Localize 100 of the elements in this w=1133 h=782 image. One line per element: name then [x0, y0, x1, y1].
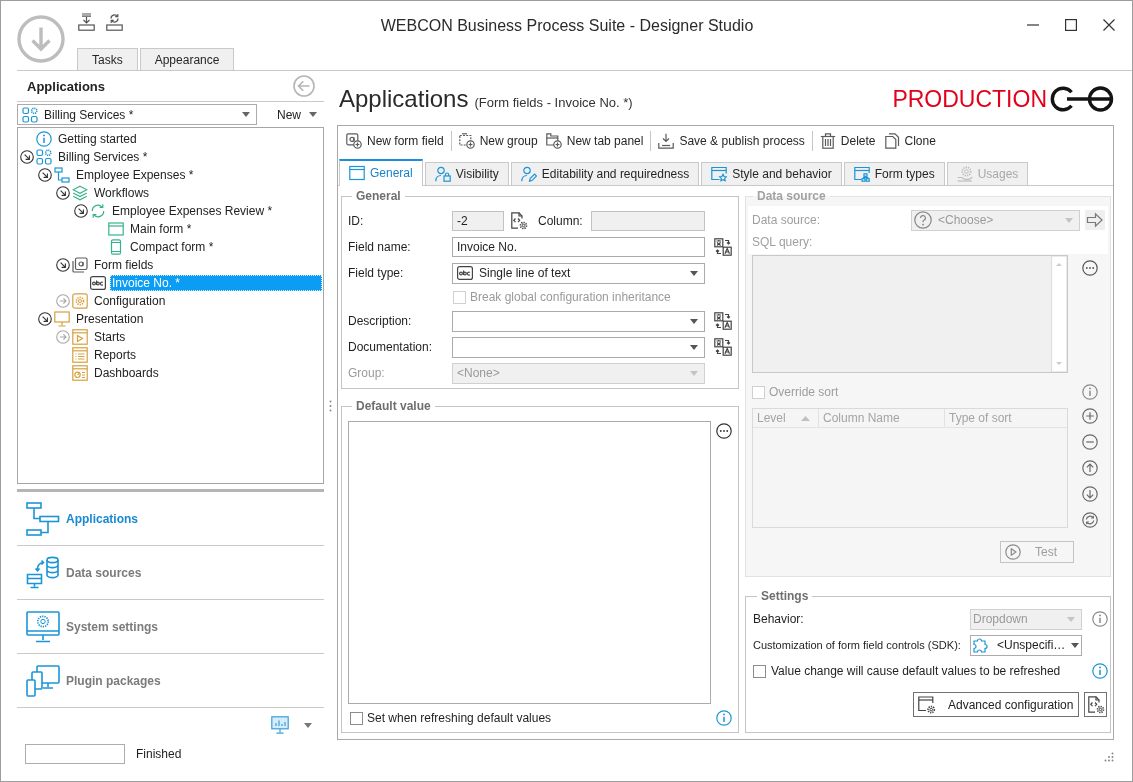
copy-icon: [883, 133, 900, 149]
ribbon-tab[interactable]: Appearance: [139, 48, 235, 70]
nav-item[interactable]: Plugin packages: [17, 654, 324, 708]
tab-add-icon: [545, 133, 562, 149]
group-add-icon: [458, 133, 475, 149]
tree-item[interactable]: Workflows: [92, 185, 152, 201]
tree-item[interactable]: Billing Services *: [56, 149, 150, 165]
option-label: Break global configuration inheritance: [470, 290, 671, 304]
tree-item[interactable]: Form fields: [92, 257, 156, 273]
translate-icon[interactable]: [714, 238, 732, 256]
toolbar-button[interactable]: Delete: [815, 129, 880, 153]
tree-toggle-icon[interactable]: [38, 168, 52, 182]
app-grid-icon: [22, 106, 38, 123]
database-monitor-icon: [26, 555, 60, 590]
nav-item[interactable]: Data sources: [17, 546, 324, 600]
sdk-control-dropdown[interactable]: <Unspecifi…: [970, 634, 1082, 656]
monitor-chart-icon[interactable]: [271, 716, 289, 734]
tree-toggle-icon[interactable]: [56, 186, 70, 200]
tree-item[interactable]: Compact form *: [128, 239, 216, 255]
app-grid-icon: [36, 149, 52, 165]
toolbar-button[interactable]: New tab panel: [541, 129, 648, 153]
field-label: Customization of form field controls (SDK):: [753, 639, 961, 651]
field-label: Group:: [348, 366, 385, 380]
resize-grip-icon[interactable]: [1104, 752, 1114, 762]
advanced-configuration-button[interactable]: Advanced configuration: [913, 692, 1079, 717]
flowchart-icon: [54, 167, 70, 183]
toolbar-button[interactable]: New form field: [342, 129, 448, 153]
option-label: Override sort: [769, 385, 839, 399]
phone-icon: [108, 239, 124, 255]
tree-toggle-icon[interactable]: [38, 312, 52, 326]
field-name-input[interactable]: Invoice No.: [452, 237, 705, 257]
text-field-icon: [457, 265, 473, 281]
form-tab[interactable]: Form types: [843, 162, 945, 185]
field-label: Field name:: [348, 240, 411, 254]
form-tab[interactable]: General: [339, 159, 423, 186]
window-star-icon: [711, 166, 728, 182]
form-tab[interactable]: Style and behavior: [701, 162, 842, 185]
info-icon[interactable]: [1092, 663, 1108, 679]
tray-refresh-icon[interactable]: [106, 13, 123, 31]
new-menu-button[interactable]: New: [259, 104, 324, 125]
description-dropdown[interactable]: [452, 310, 705, 332]
tray-download-icon: [658, 133, 675, 149]
dashboard-window-icon: [72, 365, 88, 381]
tree-item[interactable]: Employee Expenses *: [74, 167, 196, 183]
field-label: Column:: [538, 214, 583, 228]
maximize-icon[interactable]: [1065, 19, 1077, 31]
option-label: Value change will cause default values to be refreshed: [771, 664, 1061, 678]
toolbar-button[interactable]: Clone: [879, 129, 940, 153]
info-icon[interactable]: [716, 710, 732, 726]
form-tab[interactable]: Editability and requiredness: [510, 162, 700, 185]
nav-item[interactable]: Applications: [17, 492, 324, 546]
window-icon: [108, 221, 124, 237]
caret-icon: [690, 344, 698, 350]
ellipsis-icon[interactable]: [716, 423, 732, 439]
text-field-icon: [90, 275, 106, 291]
arrow-left-circle-icon[interactable]: [293, 75, 315, 97]
script-settings-button[interactable]: [1084, 692, 1107, 717]
checkbox[interactable]: [350, 711, 363, 725]
field-label: Field type:: [348, 266, 404, 280]
id-field[interactable]: -2: [452, 211, 504, 231]
tree-toggle-icon[interactable]: [56, 294, 70, 308]
column-field[interactable]: [590, 211, 705, 231]
info-icon[interactable]: [1092, 611, 1108, 627]
environment-label: PRODUCTION: [892, 85, 1047, 113]
application-dropdown[interactable]: Billing Services *: [17, 104, 257, 125]
tree-item[interactable]: Main form *: [128, 221, 194, 237]
layers-icon: [72, 185, 88, 201]
field-type-dropdown[interactable]: Single line of text: [452, 262, 705, 284]
documentation-dropdown[interactable]: [452, 336, 705, 358]
translate-icon[interactable]: [714, 312, 732, 330]
toolbar-button[interactable]: Save & publish process: [654, 129, 809, 153]
field-label: Documentation:: [348, 340, 433, 354]
gear-icon: [72, 293, 88, 309]
code-gear-icon[interactable]: [510, 212, 528, 230]
tree-toggle-icon[interactable]: [56, 258, 70, 272]
tree-item[interactable]: Starts: [92, 329, 128, 345]
tree-item[interactable]: Reports: [92, 347, 139, 363]
tree-toggle-icon[interactable]: [20, 150, 34, 164]
close-icon[interactable]: [1103, 19, 1115, 31]
tree-item[interactable]: Configuration: [92, 293, 168, 309]
caret-icon: [690, 370, 698, 376]
window-icon: [349, 165, 365, 181]
tree-toggle-icon[interactable]: [74, 204, 88, 218]
form-tab[interactable]: Visibility: [424, 162, 509, 185]
caret-icon: [242, 112, 250, 117]
translate-icon[interactable]: [714, 338, 732, 356]
help-circle-icon: [914, 211, 932, 229]
splitter-grip-icon[interactable]: [329, 400, 332, 412]
caret-icon: [1065, 217, 1073, 223]
tree-item[interactable]: Dashboards: [92, 365, 161, 381]
tray-download-icon[interactable]: [78, 13, 95, 31]
ribbon-tab[interactable]: Tasks: [77, 48, 138, 70]
tree-item[interactable]: Presentation: [74, 311, 146, 327]
toolbar-button[interactable]: New group: [454, 129, 542, 153]
nav-item[interactable]: System settings: [17, 600, 324, 654]
checkbox[interactable]: [753, 664, 766, 678]
tree-toggle-icon[interactable]: [56, 330, 70, 344]
tree-item[interactable]: Getting started: [56, 131, 139, 147]
tree-item[interactable]: Employee Expenses Review *: [110, 203, 275, 219]
window-hierarchy-icon: [853, 166, 870, 182]
